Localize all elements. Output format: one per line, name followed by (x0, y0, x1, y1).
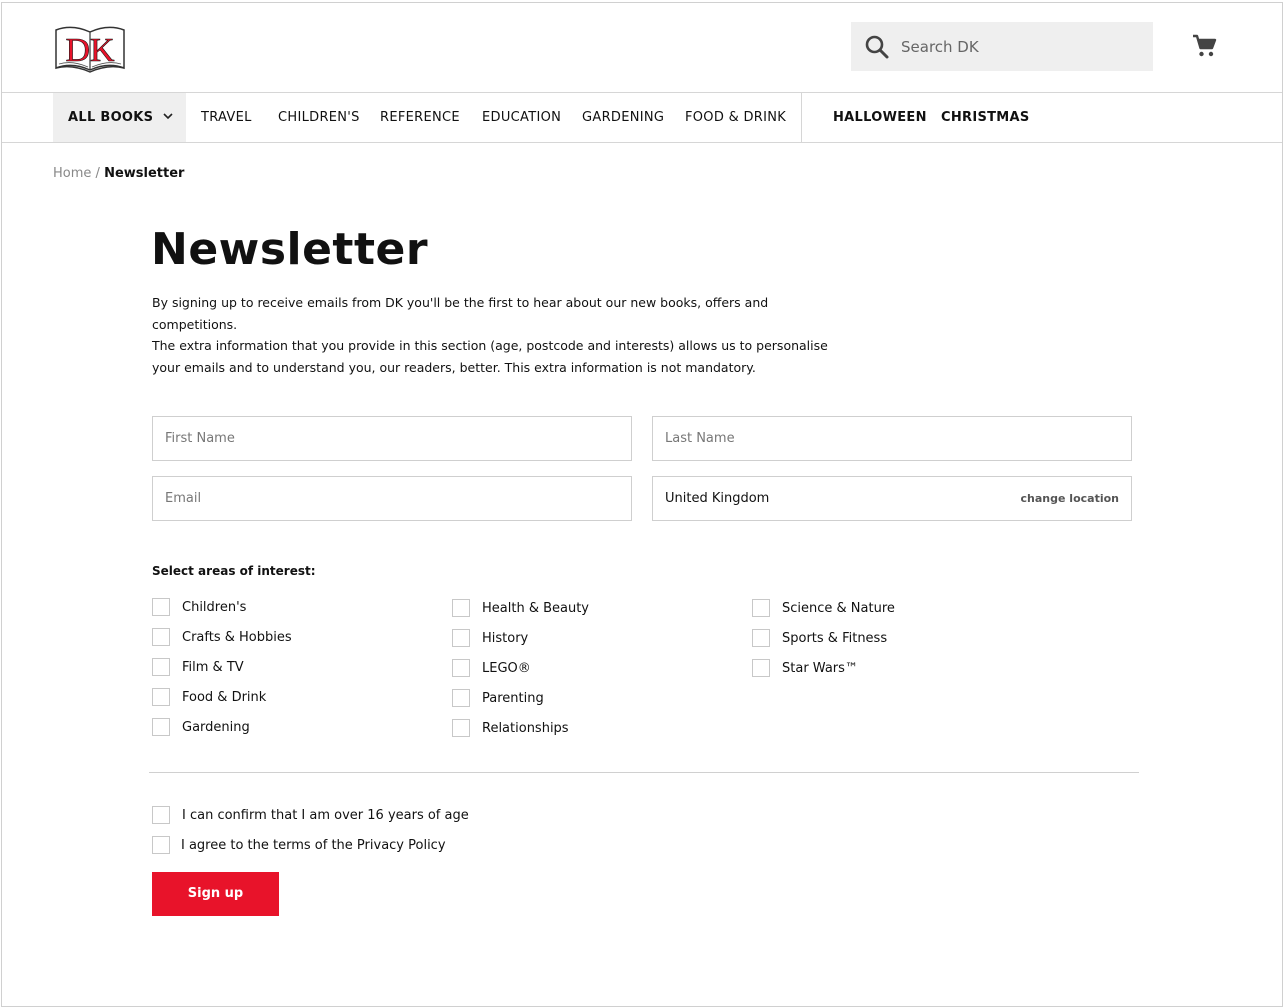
nav-item-childrens[interactable]: CHILDREN'S (278, 93, 360, 142)
section-divider (149, 772, 1139, 773)
interest-history[interactable]: History (452, 629, 528, 647)
email-input[interactable] (165, 491, 619, 506)
interest-relationships[interactable]: Relationships (452, 719, 569, 737)
interest-gardening[interactable]: Gardening (152, 718, 250, 736)
intro-text: By signing up to receive emails from DK … (152, 295, 769, 332)
interest-label: Star Wars™ (782, 660, 858, 676)
checkbox[interactable] (152, 688, 170, 706)
interest-label: Relationships (482, 720, 569, 736)
nav-item-reference[interactable]: REFERENCE (380, 93, 460, 142)
email-field[interactable] (152, 476, 632, 521)
checkbox[interactable] (152, 598, 170, 616)
checkbox[interactable] (452, 689, 470, 707)
nav-item-travel[interactable]: TRAVEL (201, 93, 252, 142)
checkbox[interactable] (752, 659, 770, 677)
checkbox[interactable] (452, 659, 470, 677)
first-name-field[interactable] (152, 416, 632, 461)
interest-label: Science & Nature (782, 600, 895, 616)
intro-text-extra: The extra information that you provide i… (152, 338, 828, 375)
breadcrumb-home[interactable]: Home (53, 166, 91, 181)
last-name-field[interactable] (652, 416, 1132, 461)
nav-all-books[interactable]: ALL BOOKS (53, 93, 186, 142)
last-name-input[interactable] (665, 431, 1119, 446)
interest-crafts-hobbies[interactable]: Crafts & Hobbies (152, 628, 292, 646)
change-location-link[interactable]: change location (1021, 492, 1119, 505)
interest-health-beauty[interactable]: Health & Beauty (452, 599, 589, 617)
interest-label: Sports & Fitness (782, 630, 888, 646)
first-name-input[interactable] (165, 431, 619, 446)
nav-item-food-drink[interactable]: FOOD & DRINK (685, 93, 786, 142)
checkbox[interactable] (452, 629, 470, 647)
interest-parenting[interactable]: Parenting (452, 689, 544, 707)
country-field: United Kingdom change location (652, 476, 1132, 521)
nav-item-education[interactable]: EDUCATION (482, 93, 561, 142)
nav-item-christmas[interactable]: CHRISTMAS (941, 93, 1030, 142)
age-confirm-checkbox-row[interactable]: I can confirm that I am over 16 years of… (152, 806, 469, 824)
nav-divider (801, 93, 802, 142)
interest-label: Food & Drink (182, 689, 267, 705)
checkbox[interactable] (152, 718, 170, 736)
nav-item-halloween[interactable]: HALLOWEEN (833, 93, 927, 142)
areas-label: Select areas of interest: (152, 564, 316, 578)
privacy-checkbox-row[interactable]: I agree to the terms of the Privacy Poli… (152, 836, 446, 854)
age-confirm-checkbox[interactable] (152, 806, 170, 824)
breadcrumb-separator: / (95, 166, 100, 181)
interest-label: Crafts & Hobbies (182, 629, 292, 645)
search-icon[interactable] (864, 34, 890, 60)
interest-star-wars[interactable]: Star Wars™ (752, 659, 858, 677)
chevron-down-icon (163, 113, 173, 120)
page-title: Newsletter (151, 224, 429, 275)
cart-icon[interactable] (1192, 34, 1217, 58)
checkbox[interactable] (452, 599, 470, 617)
interest-lego[interactable]: LEGO® (452, 659, 531, 677)
dk-logo[interactable]: DK (54, 24, 126, 74)
checkbox[interactable] (752, 599, 770, 617)
interest-label: History (482, 630, 529, 646)
checkbox[interactable] (152, 658, 170, 676)
interest-science-nature[interactable]: Science & Nature (752, 599, 895, 617)
interest-food-drink[interactable]: Food & Drink (152, 688, 266, 706)
sign-up-button[interactable]: Sign up (152, 872, 279, 916)
checkbox[interactable] (752, 629, 770, 647)
interest-label: LEGO® (482, 660, 531, 676)
interest-label: Parenting (482, 690, 544, 706)
nav-all-books-label: ALL BOOKS (68, 110, 154, 125)
interest-film-tv[interactable]: Film & TV (152, 658, 244, 676)
privacy-checkbox[interactable] (152, 836, 170, 854)
checkbox[interactable] (452, 719, 470, 737)
country-value: United Kingdom (665, 491, 770, 506)
breadcrumb: Home / Newsletter (53, 166, 184, 181)
interest-label: Film & TV (182, 659, 244, 675)
age-confirm-label: I can confirm that I am over 16 years of… (182, 807, 469, 823)
interest-label: Health & Beauty (482, 600, 590, 616)
interest-childrens[interactable]: Children's (152, 598, 246, 616)
main-nav: ALL BOOKS TRAVEL CHILDREN'S REFERENCE ED… (2, 92, 1282, 143)
breadcrumb-current: Newsletter (104, 166, 185, 181)
interest-label: Children's (182, 599, 247, 615)
logo-text: DK (65, 32, 115, 69)
nav-item-gardening[interactable]: GARDENING (582, 93, 664, 142)
search-bar[interactable] (851, 22, 1153, 71)
interest-label: Gardening (182, 719, 250, 735)
checkbox[interactable] (152, 628, 170, 646)
interest-sports-fitness[interactable]: Sports & Fitness (752, 629, 887, 647)
search-input[interactable] (901, 37, 1131, 56)
privacy-label: I agree to the terms of the Privacy Poli… (181, 837, 446, 853)
